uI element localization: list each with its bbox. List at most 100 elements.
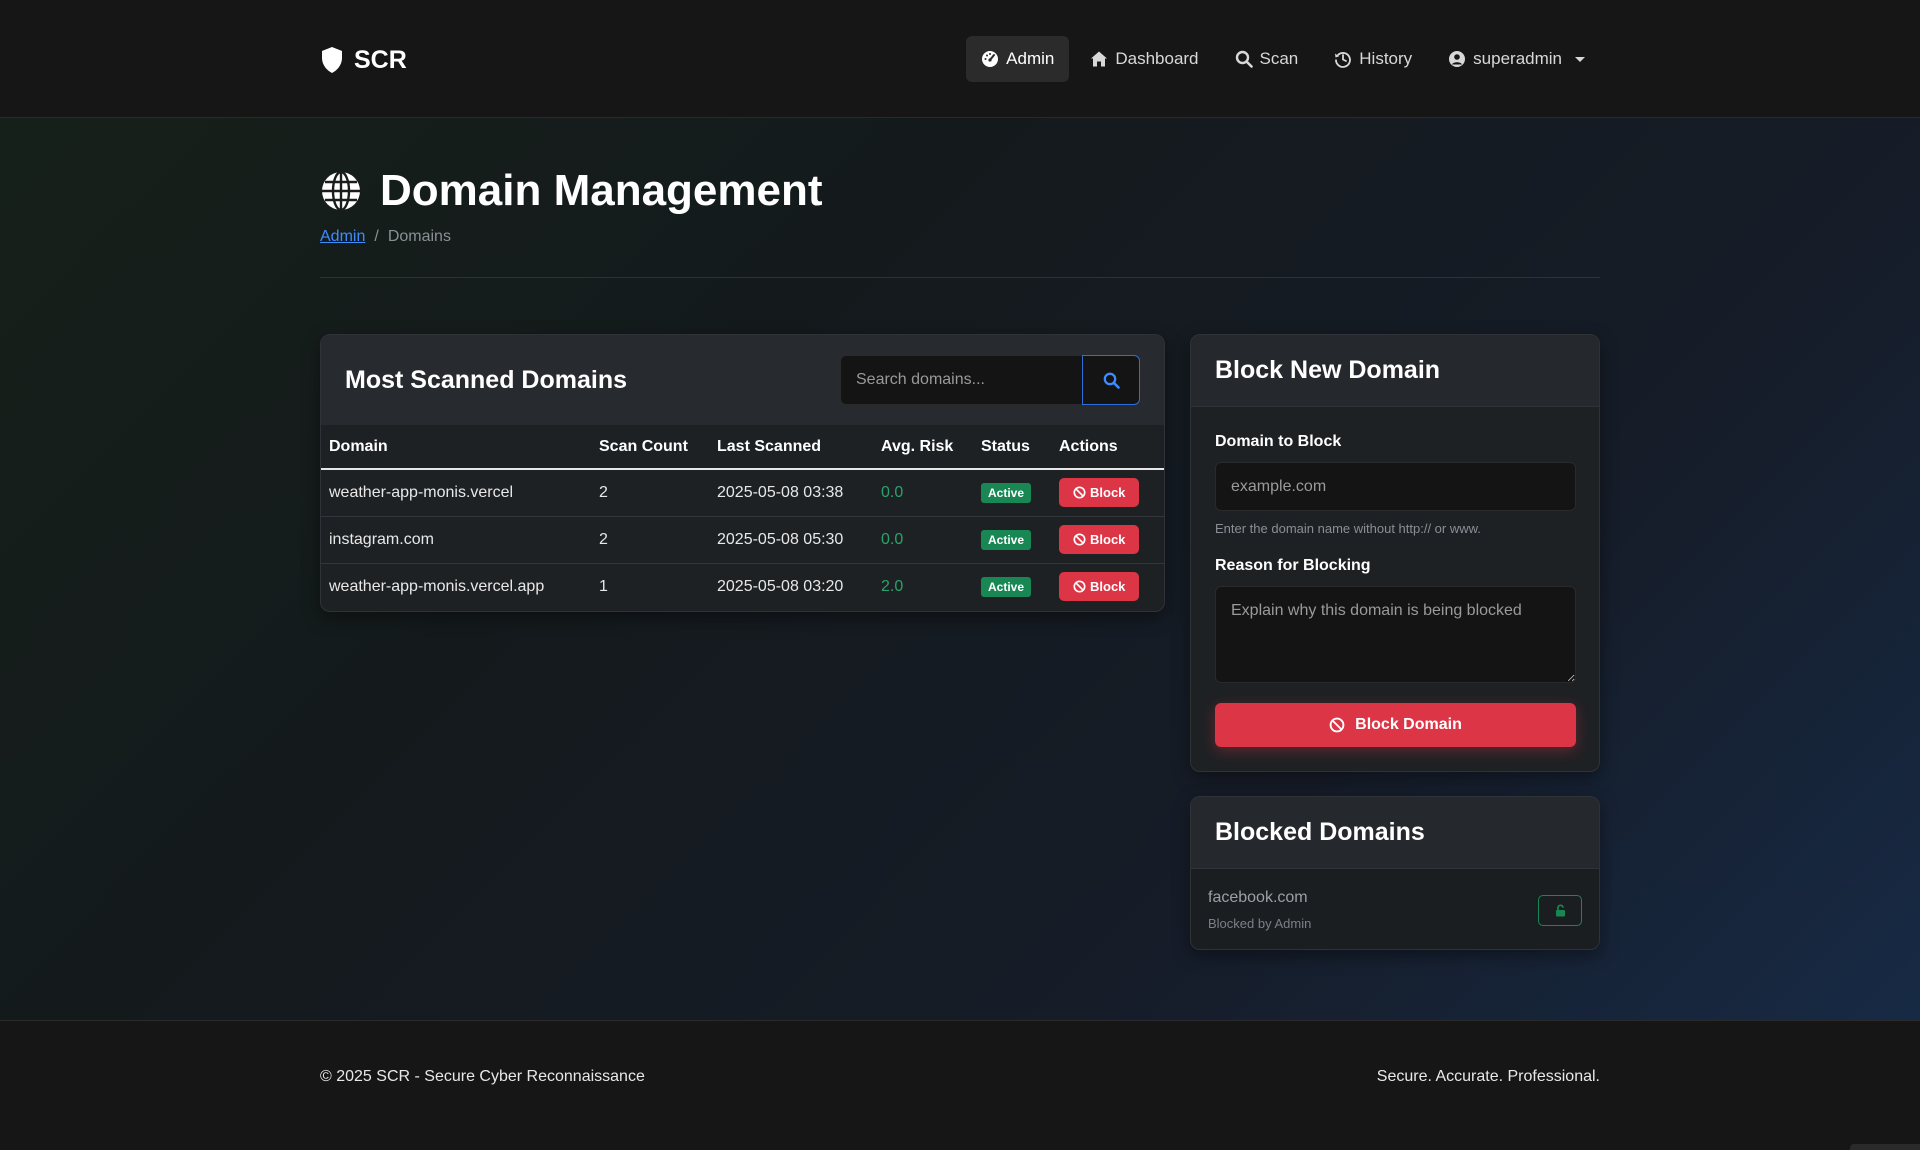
cell-actions: Block (1051, 516, 1164, 564)
blocked-domains-title: Blocked Domains (1215, 818, 1425, 846)
domains-table: Domain Scan Count Last Scanned Avg. Risk… (321, 425, 1164, 610)
chevron-down-icon (1575, 56, 1585, 62)
blocked-domains-card: Blocked Domains facebook.com Blocked by … (1190, 796, 1600, 950)
search-icon (1103, 372, 1120, 389)
block-button[interactable]: Block (1059, 478, 1140, 508)
cell-avg-risk: 2.0 (881, 577, 904, 595)
status-badge: Active (981, 576, 1032, 597)
tachometer-icon (982, 51, 999, 67)
most-scanned-card: Most Scanned Domains Domain Scan Count L… (320, 334, 1165, 612)
cell-domain: weather-app-monis.vercel (321, 469, 591, 517)
block-button-label: Block (1090, 485, 1126, 501)
cell-last-scanned: 2025-05-08 03:20 (717, 577, 844, 595)
table-row: weather-app-monis.vercel 2 2025-05-08 03… (321, 469, 1164, 517)
brand-name: SCR (354, 45, 407, 74)
table-header-row: Domain Scan Count Last Scanned Avg. Risk… (321, 425, 1164, 470)
unlock-icon (1555, 904, 1565, 917)
block-domain-form: Domain to Block Enter the domain name wi… (1191, 407, 1599, 747)
block-button[interactable]: Block (1059, 525, 1140, 554)
nav-label: Dashboard (1115, 49, 1199, 68)
shield-icon (322, 47, 342, 73)
breadcrumb-admin-link[interactable]: Admin (320, 228, 365, 246)
search-button[interactable] (1082, 355, 1140, 405)
reason-label: Reason for Blocking (1215, 557, 1371, 574)
blocked-domains-header: Blocked Domains (1191, 797, 1599, 869)
history-icon (1335, 52, 1352, 68)
breadcrumb: Admin / Domains (320, 228, 1600, 246)
blocked-domain-name: facebook.com (1208, 889, 1308, 906)
cell-avg-risk: 0.0 (873, 516, 973, 564)
user-menu-dropdown[interactable]: superadmin (1433, 36, 1600, 82)
globe-icon (322, 170, 360, 212)
nav-item-dashboard[interactable]: Dashboard (1075, 36, 1213, 82)
search-input[interactable] (840, 355, 1082, 405)
blocked-by-text: Blocked by Admin (1208, 916, 1312, 931)
navbar: SCR Admin Dashboard Scan History superad… (0, 0, 1920, 118)
nav-item-admin[interactable]: Admin (966, 36, 1070, 82)
ban-icon (1329, 717, 1345, 733)
cell-scan-count: 1 (599, 577, 608, 595)
ban-icon (1073, 486, 1086, 499)
cell-last-scanned: 2025-05-08 03:38 (709, 469, 873, 517)
list-item: facebook.com Blocked by Admin (1191, 869, 1599, 949)
block-domain-label: Block Domain (1355, 716, 1462, 733)
nav-label: Admin (1006, 49, 1055, 68)
cell-actions: Block (1051, 563, 1164, 610)
ban-icon (1073, 533, 1086, 546)
nav-item-history[interactable]: History (1319, 36, 1427, 82)
col-domain: Domain (321, 425, 591, 470)
col-scan-count: Scan Count (591, 425, 709, 470)
cell-domain: instagram.com (321, 516, 591, 564)
nav-menu: Admin Dashboard Scan History superadmin (966, 36, 1600, 82)
ban-icon (1073, 580, 1086, 593)
cell-scan-count: 2 (591, 469, 709, 517)
footer-tagline: Secure. Accurate. Professional. (1376, 1068, 1600, 1085)
block-domain-button[interactable]: Block Domain (1215, 703, 1576, 747)
breadcrumb-separator: / (374, 228, 379, 245)
nav-label: Scan (1259, 49, 1299, 68)
block-domain-header: Block New Domain (1191, 335, 1599, 407)
cell-scan-count: 2 (591, 516, 709, 564)
search-icon (1235, 50, 1253, 68)
status-badge: Active (981, 529, 1032, 550)
domain-search (840, 355, 1140, 405)
footer: © 2025 SCR - Secure Cyber Reconnaissance… (0, 1020, 1920, 1150)
page-header: Domain Management Admin / Domains (320, 166, 1600, 278)
block-button[interactable]: Block (1059, 572, 1140, 602)
footer-copyright: © 2025 SCR - Secure Cyber Reconnaissance (320, 1068, 645, 1085)
cell-status: Active (973, 469, 1051, 517)
user-circle-icon (1449, 51, 1466, 67)
nav-item-scan[interactable]: Scan (1220, 36, 1314, 82)
domain-label: Domain to Block (1215, 433, 1342, 450)
reason-textarea[interactable] (1215, 586, 1576, 683)
cell-last-scanned: 2025-05-08 05:30 (709, 516, 873, 564)
table-row: weather-app-monis.vercel.app 1 2025-05-0… (321, 563, 1164, 610)
page-title-text: Domain Management (380, 166, 823, 215)
col-avg-risk: Avg. Risk (873, 425, 973, 470)
most-scanned-title: Most Scanned Domains (345, 365, 627, 394)
most-scanned-header: Most Scanned Domains (321, 335, 1164, 425)
nav-label: History (1359, 49, 1413, 68)
breadcrumb-current: Domains (387, 228, 451, 245)
cell-status: Active (973, 516, 1051, 564)
unblock-button[interactable] (1538, 895, 1582, 926)
cell-actions: Block (1051, 469, 1164, 517)
block-button-label: Block (1090, 532, 1126, 547)
block-domain-title: Block New Domain (1215, 356, 1441, 384)
status-badge: Active (981, 482, 1032, 503)
cell-status: Active (973, 563, 1051, 610)
brand-logo[interactable]: SCR (320, 44, 407, 76)
block-button-label: Block (1090, 579, 1126, 595)
col-actions: Actions (1051, 425, 1164, 470)
main-content: Domain Management Admin / Domains Most S… (0, 118, 1920, 1020)
domain-input[interactable] (1215, 462, 1576, 511)
block-domain-card: Block New Domain Domain to Block Enter t… (1190, 334, 1600, 772)
table-row: instagram.com 2 2025-05-08 05:30 0.0 Act… (321, 516, 1164, 564)
domain-hint: Enter the domain name without http:// or… (1215, 521, 1481, 536)
cell-avg-risk: 0.0 (873, 469, 973, 517)
cell-domain: weather-app-monis.vercel.app (329, 577, 545, 595)
user-name: superadmin (1473, 49, 1562, 68)
home-icon (1091, 51, 1108, 67)
col-last-scanned: Last Scanned (709, 425, 873, 470)
corner-tab (1850, 1144, 1920, 1150)
